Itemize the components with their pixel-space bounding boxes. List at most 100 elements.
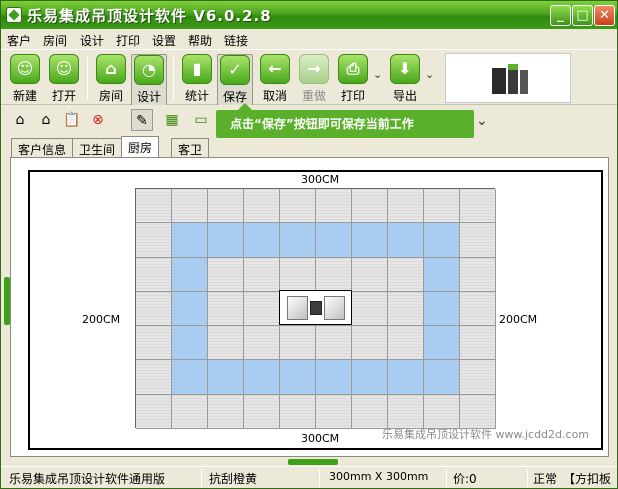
- ceiling-tile-gray[interactable]: [136, 360, 172, 395]
- ceiling-tile-blue[interactable]: [208, 223, 244, 258]
- maximize-button[interactable]: □: [572, 5, 593, 26]
- ceiling-tile-gray[interactable]: [136, 257, 172, 292]
- chevron-down-icon[interactable]: ⌄: [476, 113, 488, 129]
- open-button[interactable]: ☺ 打开: [46, 54, 82, 106]
- cancel-button[interactable]: ← 取消: [257, 54, 293, 106]
- tab-guest-bathroom[interactable]: 客卫: [171, 138, 210, 157]
- home-add-icon[interactable]: ⌂: [35, 109, 57, 131]
- paste-icon[interactable]: 📋: [61, 109, 83, 131]
- ceiling-tile-gray[interactable]: [244, 326, 280, 361]
- menu-link[interactable]: 链接: [224, 32, 248, 49]
- redo-button[interactable]: → 重做: [296, 54, 332, 106]
- ceiling-tile-gray[interactable]: [460, 291, 496, 327]
- ceiling-tile-blue[interactable]: [208, 360, 244, 395]
- ceiling-tile-gray[interactable]: [424, 394, 460, 430]
- ceiling-tile-blue[interactable]: [172, 326, 208, 361]
- ceiling-tile-blue[interactable]: [424, 291, 460, 327]
- minimize-button[interactable]: _: [550, 5, 571, 26]
- ceiling-tile-gray[interactable]: [280, 326, 316, 361]
- ceiling-tile-blue[interactable]: [316, 223, 352, 258]
- tab-bathroom[interactable]: 卫生间: [72, 138, 123, 157]
- tab-customer-info[interactable]: 客户信息: [11, 138, 74, 157]
- ceiling-tile-blue[interactable]: [244, 360, 280, 395]
- menu-design[interactable]: 设计: [80, 32, 104, 49]
- grid-icon[interactable]: ▦: [161, 109, 183, 131]
- ceiling-tile-blue[interactable]: [172, 223, 208, 258]
- ceiling-tile-blue[interactable]: [352, 360, 388, 395]
- ceiling-tile-gray[interactable]: [460, 223, 496, 258]
- menu-room[interactable]: 房间: [43, 32, 67, 49]
- ceiling-tile-gray[interactable]: [460, 257, 496, 292]
- ceiling-tile-gray[interactable]: [388, 257, 424, 292]
- export-button[interactable]: ⬇ 导出: [387, 54, 423, 106]
- ceiling-tile-gray[interactable]: [388, 189, 424, 224]
- ceiling-tile-gray[interactable]: [172, 189, 208, 224]
- ceiling-tile-blue[interactable]: [388, 223, 424, 258]
- bottom-panel-handle[interactable]: [288, 459, 338, 465]
- design-canvas[interactable]: 300CM 300CM 200CM 200CM 乐易集成吊顶设计软件 www.j…: [28, 170, 603, 450]
- ceiling-tile-gray[interactable]: [388, 394, 424, 430]
- menu-help[interactable]: 帮助: [188, 32, 212, 49]
- ceiling-tile-gray[interactable]: [460, 360, 496, 395]
- new-button[interactable]: ☺ 新建: [7, 54, 43, 106]
- ceiling-tile-gray[interactable]: [424, 189, 460, 224]
- ceiling-tile-gray[interactable]: [352, 291, 388, 327]
- export-dropdown-icon[interactable]: ⌄: [425, 68, 434, 81]
- room-button[interactable]: ⌂ 房间: [93, 54, 129, 106]
- ceiling-tile-gray[interactable]: [352, 326, 388, 361]
- ceiling-tile-blue[interactable]: [172, 360, 208, 395]
- design-button[interactable]: ◔ 设计: [131, 54, 167, 106]
- ceiling-tile-gray[interactable]: [352, 189, 388, 224]
- ceiling-tile-blue[interactable]: [244, 223, 280, 258]
- ceiling-tile-gray[interactable]: [460, 189, 496, 224]
- print-dropdown-icon[interactable]: ⌄: [373, 68, 382, 81]
- ceiling-tile-blue[interactable]: [424, 257, 460, 292]
- ceiling-tile-gray[interactable]: [244, 189, 280, 224]
- delete-icon[interactable]: ⊗: [87, 109, 109, 131]
- ceiling-tile-gray[interactable]: [352, 394, 388, 430]
- ceiling-tile-blue[interactable]: [388, 360, 424, 395]
- ceiling-tile-gray[interactable]: [172, 394, 208, 430]
- ceiling-tile-gray[interactable]: [136, 291, 172, 327]
- ceiling-tile-blue[interactable]: [352, 223, 388, 258]
- ceiling-tile-blue[interactable]: [172, 257, 208, 292]
- ceiling-tile-blue[interactable]: [316, 360, 352, 395]
- ceiling-tile-gray[interactable]: [136, 326, 172, 361]
- menu-settings[interactable]: 设置: [152, 32, 176, 49]
- brush-icon[interactable]: ✎: [131, 109, 153, 131]
- ceiling-tile-blue[interactable]: [280, 360, 316, 395]
- ceiling-tile-blue[interactable]: [424, 360, 460, 395]
- save-button[interactable]: ✓ 保存: [217, 54, 253, 106]
- ceiling-light-fixture[interactable]: [279, 290, 352, 325]
- menu-customer[interactable]: 客户: [7, 32, 31, 49]
- frame-icon[interactable]: ▭: [190, 109, 212, 131]
- ceiling-tile-gray[interactable]: [244, 257, 280, 292]
- ceiling-tile-blue[interactable]: [280, 223, 316, 258]
- ceiling-tile-gray[interactable]: [208, 291, 244, 327]
- ceiling-tile-gray[interactable]: [136, 223, 172, 258]
- ceiling-tile-blue[interactable]: [172, 291, 208, 327]
- print-button[interactable]: ⎙ 打印: [335, 54, 371, 106]
- ceiling-tile-gray[interactable]: [316, 394, 352, 430]
- ceiling-tile-gray[interactable]: [208, 189, 244, 224]
- ceiling-tile-gray[interactable]: [136, 394, 172, 430]
- ceiling-tile-gray[interactable]: [208, 394, 244, 430]
- ceiling-tile-gray[interactable]: [136, 189, 172, 224]
- ceiling-tile-gray[interactable]: [352, 257, 388, 292]
- ceiling-tile-gray[interactable]: [208, 326, 244, 361]
- ceiling-tile-gray[interactable]: [316, 326, 352, 361]
- ceiling-tile-gray[interactable]: [244, 394, 280, 430]
- stats-button[interactable]: ▮ 统计: [179, 54, 215, 106]
- ceiling-tile-blue[interactable]: [424, 326, 460, 361]
- ceiling-tile-gray[interactable]: [244, 291, 280, 327]
- ceiling-tile-gray[interactable]: [280, 189, 316, 224]
- ceiling-tile-gray[interactable]: [208, 257, 244, 292]
- ceiling-tile-gray[interactable]: [460, 394, 496, 430]
- ceiling-tile-gray[interactable]: [388, 326, 424, 361]
- home-icon[interactable]: ⌂: [9, 109, 31, 131]
- ceiling-tile-gray[interactable]: [316, 189, 352, 224]
- menu-print[interactable]: 打印: [116, 32, 140, 49]
- ceiling-tile-gray[interactable]: [460, 326, 496, 361]
- ceiling-tile-gray[interactable]: [280, 394, 316, 430]
- ceiling-tile-gray[interactable]: [280, 257, 316, 292]
